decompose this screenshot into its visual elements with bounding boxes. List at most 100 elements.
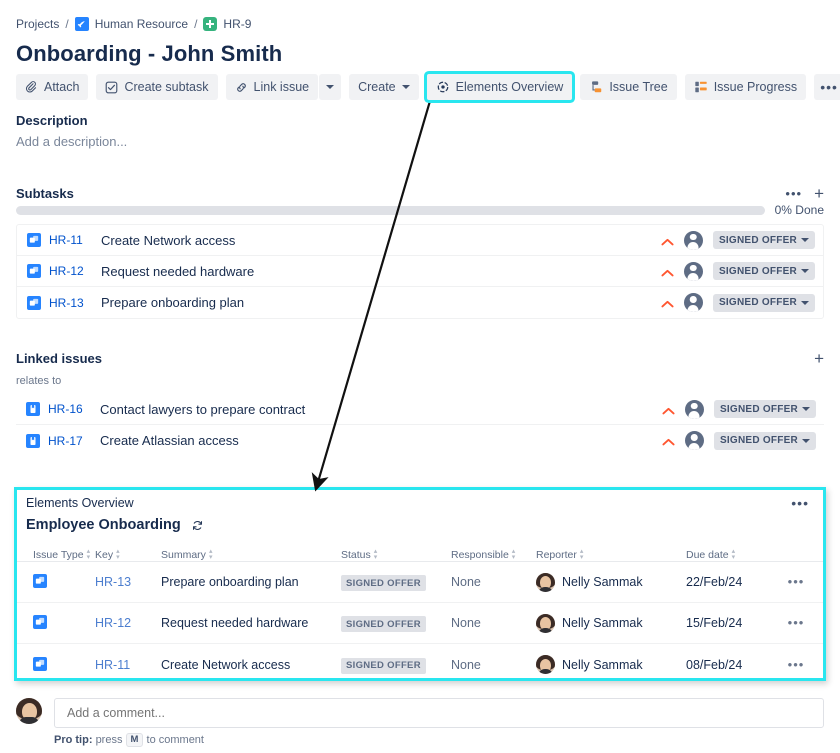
link-icon [235, 81, 248, 94]
avatar [684, 293, 703, 312]
link-issue-button[interactable]: Link issue [226, 74, 319, 100]
subtask-type-icon [27, 264, 41, 278]
sort-icon: ▴▾ [209, 549, 214, 561]
protip-key: M [126, 733, 144, 747]
breadcrumb-project[interactable]: Human Resource [95, 17, 188, 31]
status-badge: SIGNED OFFER [341, 616, 426, 632]
row-more-button[interactable]: ••• [782, 656, 811, 673]
breadcrumb-issue-key[interactable]: HR-9 [223, 17, 251, 31]
issue-key-link[interactable]: HR-12 [95, 616, 131, 630]
column-header[interactable]: Responsible▴▾ [451, 549, 536, 561]
issue-row[interactable]: HR-12Request needed hardwareSIGNED OFFER [17, 256, 823, 287]
elements-overview-panel: Elements Overview ••• Employee Onboardin… [14, 487, 826, 681]
issue-row-summary: Prepare onboarding plan [101, 295, 661, 310]
breadcrumb: Projects / Human Resource / HR-9 [16, 17, 251, 31]
attach-button[interactable]: Attach [16, 74, 88, 100]
breadcrumb-separator-1: / [65, 17, 68, 31]
row-more-button[interactable]: ••• [782, 614, 811, 631]
reporter-name: Nelly Sammak [562, 575, 643, 589]
status-badge-label: SIGNED OFFER [720, 404, 798, 415]
cell-status: SIGNED OFFER [341, 655, 451, 674]
issue-row[interactable]: HR-16Contact lawyers to prepare contract… [16, 394, 824, 425]
subtask-type-icon [27, 233, 41, 247]
status-badge[interactable]: SIGNED OFFER [714, 400, 816, 418]
issue-progress-icon [694, 80, 708, 94]
column-header[interactable]: Key▴▾ [95, 549, 161, 561]
avatar [536, 614, 555, 633]
column-header[interactable]: Summary▴▾ [161, 549, 341, 561]
status-badge[interactable]: SIGNED OFFER [713, 262, 815, 280]
issue-row-key[interactable]: HR-11 [49, 233, 101, 247]
priority-high-icon [661, 235, 674, 246]
issue-row-meta: SIGNED OFFER [661, 231, 815, 250]
cell-responsible: None [451, 616, 536, 630]
elements-overview-table-body: HR-13Prepare onboarding planSIGNED OFFER… [17, 562, 823, 685]
cell-summary: Create Network access [161, 658, 341, 672]
sort-icon: ▴▾ [580, 549, 585, 561]
status-badge[interactable]: SIGNED OFFER [714, 432, 816, 450]
issue-key-link[interactable]: HR-13 [95, 575, 131, 589]
toolbar-more-button[interactable]: ••• [814, 74, 840, 100]
page-title: Onboarding - John Smith [16, 41, 282, 67]
issue-row-key[interactable]: HR-17 [48, 434, 100, 448]
elements-overview-label: Elements Overview [456, 80, 564, 94]
status-badge-label: SIGNED OFFER [719, 266, 797, 277]
chevron-down-icon [801, 269, 809, 273]
create-label: Create [358, 80, 396, 94]
breadcrumb-projects[interactable]: Projects [16, 17, 59, 31]
column-header[interactable]: Reporter▴▾ [536, 549, 686, 561]
create-subtask-button[interactable]: Create subtask [96, 74, 217, 100]
cell-issue-type [21, 614, 95, 632]
protip-prefix: Pro tip: [54, 734, 93, 746]
comment-input[interactable] [54, 698, 824, 728]
subtasks-progress: 0% Done [16, 203, 824, 217]
table-row[interactable]: HR-11Create Network accessSIGNED OFFERNo… [17, 644, 823, 685]
link-issue-dropdown-button[interactable] [319, 74, 341, 100]
subtasks-more-button[interactable]: ••• [785, 186, 802, 201]
cell-actions: ••• [776, 573, 816, 591]
issue-row-key[interactable]: HR-12 [49, 264, 101, 278]
table-row[interactable]: HR-13Prepare onboarding planSIGNED OFFER… [17, 562, 823, 603]
avatar [684, 231, 703, 250]
issue-row[interactable]: HR-11Create Network accessSIGNED OFFER [17, 225, 823, 256]
table-row[interactable]: HR-12Request needed hardwareSIGNED OFFER… [17, 603, 823, 644]
status-badge: SIGNED OFFER [341, 658, 426, 674]
cell-key: HR-12 [95, 614, 161, 632]
issue-row-key[interactable]: HR-16 [48, 402, 100, 416]
cell-issue-type [21, 573, 95, 591]
cell-due-date: 15/Feb/24 [686, 616, 776, 630]
elements-overview-panel-more-button[interactable]: ••• [785, 494, 815, 512]
paperclip-icon [25, 81, 38, 94]
create-button[interactable]: Create [349, 74, 419, 100]
issue-progress-button[interactable]: Issue Progress [685, 74, 806, 100]
description-placeholder[interactable]: Add a description... [16, 134, 127, 149]
link-issue-label: Link issue [254, 80, 310, 94]
status-badge: SIGNED OFFER [341, 575, 426, 591]
issue-key-link[interactable]: HR-11 [95, 658, 130, 672]
issue-row-summary: Create Atlassian access [100, 433, 662, 448]
column-header[interactable]: Issue Type▴▾ [21, 549, 95, 561]
project-icon [75, 17, 89, 31]
status-badge[interactable]: SIGNED OFFER [713, 294, 815, 312]
row-more-button[interactable]: ••• [782, 573, 811, 590]
column-header[interactable]: Due date▴▾ [686, 549, 776, 561]
task-type-icon [203, 17, 217, 31]
issue-row[interactable]: HR-17Create Atlassian access SIGNED OFFER [16, 425, 824, 456]
subtasks-list: HR-11Create Network accessSIGNED OFFERHR… [16, 224, 824, 319]
refresh-icon[interactable] [191, 519, 204, 532]
avatar [536, 655, 555, 674]
sort-icon: ▴▾ [116, 549, 121, 561]
issue-row[interactable]: HR-13Prepare onboarding plan SIGNED OFFER [17, 287, 823, 318]
column-header[interactable]: Status▴▾ [341, 549, 451, 561]
issue-tree-button[interactable]: Issue Tree [580, 74, 676, 100]
linked-issues-list: HR-16Contact lawyers to prepare contract… [16, 394, 824, 456]
priority-high-icon [662, 435, 675, 446]
subtasks-add-button[interactable]: + [814, 185, 824, 202]
link-issue-group: Link issue [226, 74, 342, 100]
elements-overview-button[interactable]: Elements Overview [427, 74, 573, 100]
issue-row-key[interactable]: HR-13 [49, 296, 101, 310]
reporter-name: Nelly Sammak [562, 616, 643, 630]
status-badge[interactable]: SIGNED OFFER [713, 231, 815, 249]
status-badge-label: SIGNED OFFER [720, 435, 798, 446]
linked-issues-add-button[interactable]: + [814, 350, 824, 367]
